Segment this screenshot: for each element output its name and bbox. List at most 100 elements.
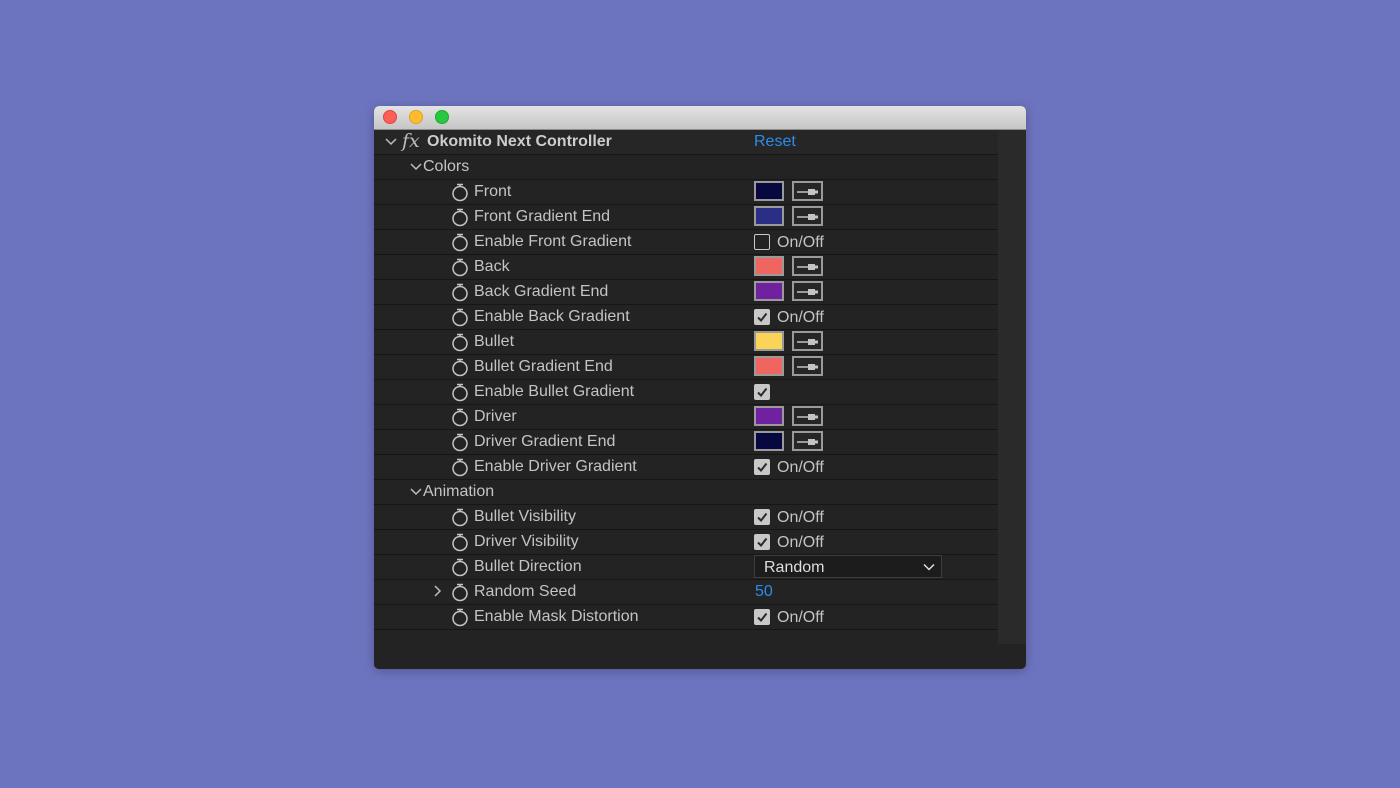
eyedropper-button[interactable] (792, 356, 823, 376)
param-label: Driver (474, 408, 517, 425)
reset-button[interactable]: Reset (754, 133, 796, 151)
maximize-window-button[interactable] (435, 110, 449, 124)
color-swatch[interactable] (754, 181, 784, 201)
param-row-random-seed: Random Seed 50 (374, 580, 998, 605)
param-label: Driver Gradient End (474, 433, 616, 450)
effect-name: Okomito Next Controller (427, 133, 612, 150)
color-swatch[interactable] (754, 281, 784, 301)
stopwatch-icon[interactable] (451, 308, 469, 327)
stopwatch-icon[interactable] (451, 608, 469, 627)
eyedropper-button[interactable] (792, 281, 823, 301)
color-swatch[interactable] (754, 256, 784, 276)
chevron-down-icon[interactable] (409, 482, 423, 500)
checkbox[interactable] (754, 384, 770, 400)
param-label: Front (474, 183, 512, 200)
color-swatch[interactable] (754, 431, 784, 451)
stopwatch-icon[interactable] (451, 533, 469, 552)
chevron-down-icon (923, 563, 935, 571)
eyedropper-icon (797, 214, 818, 220)
checkmark-icon (757, 462, 768, 473)
stopwatch-icon[interactable] (451, 433, 469, 452)
param-label: Back (474, 258, 510, 275)
checkmark-icon (757, 612, 768, 623)
group-row-animation: Animation (374, 480, 998, 505)
checkbox[interactable] (754, 509, 770, 525)
param-label: Enable Bullet Gradient (474, 383, 635, 400)
param-label: Enable Back Gradient (474, 308, 630, 325)
param-row-driver-visibility: Driver Visibility On/Off (374, 530, 998, 555)
stopwatch-icon[interactable] (451, 208, 469, 227)
stopwatch-icon[interactable] (451, 183, 469, 202)
param-label: Front Gradient End (474, 208, 611, 225)
eyedropper-icon (797, 189, 818, 195)
on-off-label: On/Off (777, 309, 824, 326)
param-row-bullet-gradient-end: Bullet Gradient End (374, 355, 998, 380)
stopwatch-icon[interactable] (451, 558, 469, 577)
param-label: Enable Driver Gradient (474, 458, 637, 475)
on-off-label: On/Off (777, 509, 824, 526)
stopwatch-icon[interactable] (451, 583, 469, 602)
close-window-button[interactable] (383, 110, 397, 124)
param-row-enable-front-gradient: Enable Front Gradient On/Off (374, 230, 998, 255)
checkbox[interactable] (754, 309, 770, 325)
checkbox[interactable] (754, 459, 770, 475)
title-bar[interactable] (374, 106, 1026, 130)
group-label-colors: Colors (423, 158, 470, 175)
param-row-enable-mask-distortion: Enable Mask Distortion On/Off (374, 605, 998, 630)
eyedropper-button[interactable] (792, 256, 823, 276)
group-label-animation: Animation (423, 483, 495, 500)
stopwatch-icon[interactable] (451, 358, 469, 377)
eyedropper-icon (797, 364, 818, 370)
color-swatch[interactable] (754, 206, 784, 226)
param-row-enable-bullet-gradient: Enable Bullet Gradient (374, 380, 998, 405)
chevron-down-icon[interactable] (409, 157, 423, 175)
stopwatch-icon[interactable] (451, 283, 469, 302)
param-row-enable-back-gradient: Enable Back Gradient On/Off (374, 305, 998, 330)
on-off-label: On/Off (777, 459, 824, 476)
stopwatch-icon[interactable] (451, 508, 469, 527)
stopwatch-icon[interactable] (451, 333, 469, 352)
minimize-window-button[interactable] (409, 110, 423, 124)
param-row-front-gradient-end: Front Gradient End (374, 205, 998, 230)
eyedropper-button[interactable] (792, 431, 823, 451)
chevron-down-icon[interactable] (384, 132, 398, 150)
eyedropper-button[interactable] (792, 206, 823, 226)
param-row-enable-driver-gradient: Enable Driver Gradient On/Off (374, 455, 998, 480)
param-label: Random Seed (474, 583, 577, 600)
param-row-driver-gradient-end: Driver Gradient End (374, 430, 998, 455)
stopwatch-icon[interactable] (451, 233, 469, 252)
effect-controls-panel: fx Okomito Next Controller Reset Colors … (374, 130, 998, 669)
parameter-list: fx Okomito Next Controller Reset Colors … (374, 130, 998, 630)
checkbox[interactable] (754, 234, 770, 250)
color-swatch[interactable] (754, 356, 784, 376)
param-label: Bullet (474, 333, 515, 350)
checkmark-icon (757, 512, 768, 523)
on-off-label: On/Off (777, 609, 824, 626)
random-seed-value[interactable]: 50 (755, 583, 773, 601)
stopwatch-icon[interactable] (451, 458, 469, 477)
chevron-right-icon[interactable] (430, 582, 444, 600)
eyedropper-icon (797, 289, 818, 295)
group-row-colors: Colors (374, 155, 998, 180)
fx-icon: fx (402, 130, 420, 152)
color-swatch[interactable] (754, 406, 784, 426)
stopwatch-icon[interactable] (451, 383, 469, 402)
on-off-label: On/Off (777, 234, 824, 251)
param-label: Bullet Direction (474, 558, 582, 575)
bullet-direction-dropdown[interactable]: Random (754, 555, 942, 578)
checkmark-icon (757, 537, 768, 548)
stopwatch-icon[interactable] (451, 408, 469, 427)
eyedropper-button[interactable] (792, 331, 823, 351)
param-label: Driver Visibility (474, 533, 579, 550)
eyedropper-button[interactable] (792, 406, 823, 426)
param-label: Bullet Visibility (474, 508, 576, 525)
color-swatch[interactable] (754, 331, 784, 351)
eyedropper-button[interactable] (792, 181, 823, 201)
effect-controls-window: fx Okomito Next Controller Reset Colors … (374, 106, 1026, 669)
checkbox[interactable] (754, 534, 770, 550)
eyedropper-icon (797, 414, 818, 420)
scrollbar[interactable] (998, 130, 1026, 644)
stopwatch-icon[interactable] (451, 258, 469, 277)
checkbox[interactable] (754, 609, 770, 625)
param-row-front: Front (374, 180, 998, 205)
